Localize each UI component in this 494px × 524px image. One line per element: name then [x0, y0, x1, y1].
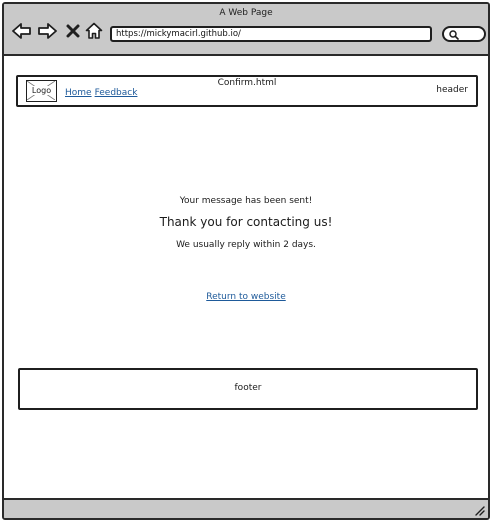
reply-message: We usually reply within 2 days.: [176, 240, 316, 250]
page-footer: footer: [18, 368, 478, 410]
back-arrow-icon[interactable]: [12, 21, 32, 41]
home-icon[interactable]: [84, 21, 104, 41]
footer-label: footer: [234, 383, 262, 393]
browser-window: A Web Page https://mickymacirl.github.io…: [2, 2, 490, 520]
close-x-icon[interactable]: [63, 21, 83, 41]
address-bar[interactable]: https://mickymacirl.github.io/: [110, 26, 432, 42]
sent-message: Your message has been sent!: [179, 196, 313, 206]
resize-grip-icon[interactable]: [473, 504, 485, 516]
page-name: Confirm.html: [217, 78, 277, 88]
status-bar: [4, 498, 488, 518]
return-to-website-link[interactable]: Return to website: [206, 292, 286, 302]
header-label: header: [436, 85, 468, 95]
nav-links: Home Feedback: [65, 88, 140, 98]
browser-toolbar: A Web Page https://mickymacirl.github.io…: [4, 4, 488, 56]
page-header: Logo Home Feedback Confirm.html header: [16, 75, 478, 107]
nav-link-home[interactable]: Home: [65, 88, 92, 98]
return-link-wrap: Return to website: [4, 292, 488, 302]
nav-link-feedback[interactable]: Feedback: [95, 88, 138, 98]
window-title: A Web Page: [219, 8, 273, 18]
forward-arrow-icon[interactable]: [37, 21, 57, 41]
thanks-heading: Thank you for contacting us!: [159, 215, 333, 229]
search-icon: [449, 30, 459, 40]
search-field[interactable]: [442, 26, 486, 42]
